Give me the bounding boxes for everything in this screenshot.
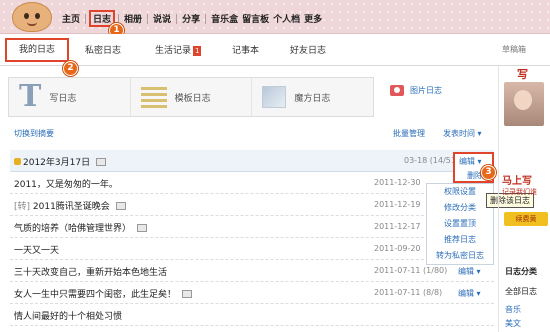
main-nav: 主页 日志 相册 说说 分享 音乐盒 留言板 个人档 更多 <box>60 10 324 27</box>
list-item[interactable]: 2012年3月17日 03-18 (14/51) <box>10 150 494 172</box>
diary-title[interactable]: 2011，又是匆匆的一年。 <box>14 177 118 190</box>
menu-item-pin-top[interactable]: 设置置顶 <box>427 216 493 232</box>
sidebar-subtitle: 记录我们谁 <box>502 188 537 196</box>
menu-item-recommend[interactable]: 推荐日志 <box>427 232 493 248</box>
nav-divider <box>118 13 120 24</box>
nav-profile[interactable]: 个人档 <box>271 12 302 25</box>
diary-title[interactable]: 女人一生中只需要四个闺密，此生足矣！ <box>14 287 193 300</box>
menu-item-permissions[interactable]: 权限设置 <box>427 184 493 200</box>
repost-tag: [转] <box>14 202 31 212</box>
diary-tabs: 我的日志 私密日志 生活记录 1 记事本 好友日志 草稿箱 <box>0 34 550 66</box>
diary-title[interactable]: 气质的培养（哈佛管理世界） <box>14 221 148 234</box>
category-heading: 日志分类 <box>505 267 537 276</box>
tab-my-diary[interactable]: 我的日志 <box>5 38 69 62</box>
list-item[interactable]: 气质的培养（哈佛管理世界） 2011-12-17 <box>10 216 494 238</box>
write-diary-button[interactable]: T 写日志 <box>9 78 131 116</box>
template-diary-button[interactable]: 模板日志 <box>131 78 253 116</box>
text-t-icon: T <box>19 79 42 114</box>
drafts-link[interactable]: 草稿箱 <box>502 44 526 55</box>
diary-title-text: 2011腾讯圣诞晚会 <box>30 202 110 212</box>
nav-share[interactable]: 分享 <box>180 12 202 25</box>
sort-select[interactable]: 发表时间 ▾ <box>443 128 482 139</box>
menu-item-make-private[interactable]: 转为私密日志 <box>427 248 493 264</box>
diary-date: 2011-09-20 <box>374 244 421 253</box>
tab-notepad[interactable]: 记事本 <box>232 43 259 56</box>
list-item[interactable]: 情人间最好的十个相处习惯 <box>10 304 494 326</box>
logo-mouth <box>27 22 37 26</box>
diary-title[interactable]: 三十天改变自己，重新开始本色地生活 <box>14 265 167 278</box>
switch-to-summary-link[interactable]: 切换到摘要 <box>14 128 54 139</box>
nav-guestbook[interactable]: 留言板 <box>240 12 271 25</box>
nav-shuoshuo[interactable]: 说说 <box>151 12 173 25</box>
diary-title-text: 女人一生中只需要四个闺密，此生足矣！ <box>14 290 177 300</box>
image-icon <box>96 158 107 166</box>
tab-life-record[interactable]: 生活记录 1 <box>155 43 202 56</box>
logo-eye <box>24 13 29 19</box>
logo-eye <box>35 13 40 19</box>
sidebar-title[interactable]: 马上写 <box>502 172 532 187</box>
diary-title-text: 气质的培养（哈佛管理世界） <box>14 224 132 234</box>
tab-private-diary[interactable]: 私密日志 <box>85 43 121 56</box>
diary-title[interactable]: 情人间最好的十个相处习惯 <box>14 309 122 322</box>
template-icon <box>140 86 167 108</box>
right-sidebar: 写 马上写 记录我们谁 续费黄 日志分类 全部日志 音乐 美文 生活 <box>498 66 550 332</box>
category-item[interactable]: 美文 <box>505 318 521 329</box>
nav-divider <box>176 13 178 24</box>
sidebar-badge-glyph: 写 <box>517 68 528 81</box>
life-count-badge: 1 <box>193 46 202 56</box>
photo-diary-label: 图片日志 <box>410 86 442 95</box>
diary-title[interactable]: [转] 2011腾讯圣诞晚会 <box>14 199 126 212</box>
list-item[interactable]: 三十天改变自己，重新开始本色地生活 2011-07-11 (1/80) 编辑 ▾ <box>10 260 494 282</box>
edit-dropdown-menu: 权限设置 修改分类 设置置顶 推荐日志 转为私密日志 <box>426 183 494 265</box>
photo-diary-link[interactable]: 图片日志 <box>390 85 442 96</box>
egg-logo-icon[interactable] <box>12 2 52 32</box>
list-item[interactable]: 2011，又是匆匆的一年。 2011-12-30 <box>10 172 494 194</box>
category-all[interactable]: 全部日志 <box>505 286 537 297</box>
diary-list: 2012年3月17日 03-18 (14/51) 2011，又是匆匆的一年。 2… <box>10 150 494 326</box>
image-icon <box>182 290 193 298</box>
nav-divider <box>147 13 149 24</box>
magic-diary-button[interactable]: 魔方日志 <box>252 78 373 116</box>
diary-date: 2011-12-30 <box>374 178 421 187</box>
batch-manage-link[interactable]: 批量管理 <box>393 128 425 139</box>
diary-date: 03-18 (14/51) <box>404 156 460 165</box>
nav-more[interactable]: 更多 <box>302 12 324 25</box>
magic-cube-icon <box>262 86 287 108</box>
nav-album[interactable]: 相册 <box>122 12 144 25</box>
diary-title[interactable]: 2012年3月17日 <box>14 155 107 168</box>
renew-vip-button[interactable]: 续费黄 <box>504 212 548 226</box>
nav-divider <box>205 13 207 24</box>
edit-dropdown[interactable]: 编辑 ▾ <box>458 266 481 277</box>
template-diary-label: 模板日志 <box>174 93 211 104</box>
tab-friends-diary[interactable]: 好友日志 <box>290 43 326 56</box>
nav-divider <box>85 13 87 24</box>
nav-music[interactable]: 音乐盒 <box>209 12 240 25</box>
write-diary-label: 写日志 <box>49 93 77 104</box>
diary-title-text: 2012年3月17日 <box>23 158 91 168</box>
step-badge-2: 2 <box>63 61 78 76</box>
diary-date: 2011-07-11 (8/8) <box>374 288 443 297</box>
nav-home[interactable]: 主页 <box>60 12 82 25</box>
avatar[interactable] <box>504 82 544 126</box>
lock-icon <box>14 158 21 165</box>
diary-date: 2011-07-11 (1/80) <box>374 266 448 275</box>
edit-dropdown[interactable]: 编辑 ▾ <box>459 156 482 167</box>
diary-date: 2011-12-19 <box>374 200 421 209</box>
menu-item-change-category[interactable]: 修改分类 <box>427 200 493 216</box>
image-icon <box>137 224 148 232</box>
camera-icon <box>390 85 404 96</box>
category-item[interactable]: 音乐 <box>505 304 521 315</box>
image-icon <box>115 202 126 210</box>
edit-dropdown[interactable]: 编辑 ▾ <box>458 288 481 299</box>
list-item[interactable]: 女人一生中只需要四个闺密，此生足矣！ 2011-07-11 (8/8) 编辑 ▾ <box>10 282 494 304</box>
top-navigation-bar: 主页 日志 相册 说说 分享 音乐盒 留言板 个人档 更多 <box>0 0 550 34</box>
list-item[interactable]: 一天又一天 2011-09-20 <box>10 238 494 260</box>
diary-date: 2011-12-17 <box>374 222 421 231</box>
write-options: T 写日志 模板日志 魔方日志 <box>8 77 374 117</box>
list-item[interactable]: [转] 2011腾讯圣诞晚会 2011-12-19 <box>10 194 494 216</box>
tab-life-label: 生活记录 <box>155 46 192 56</box>
step-badge-3: 3 <box>481 165 496 180</box>
diary-title[interactable]: 一天又一天 <box>14 243 59 256</box>
magic-diary-label: 魔方日志 <box>294 93 331 104</box>
